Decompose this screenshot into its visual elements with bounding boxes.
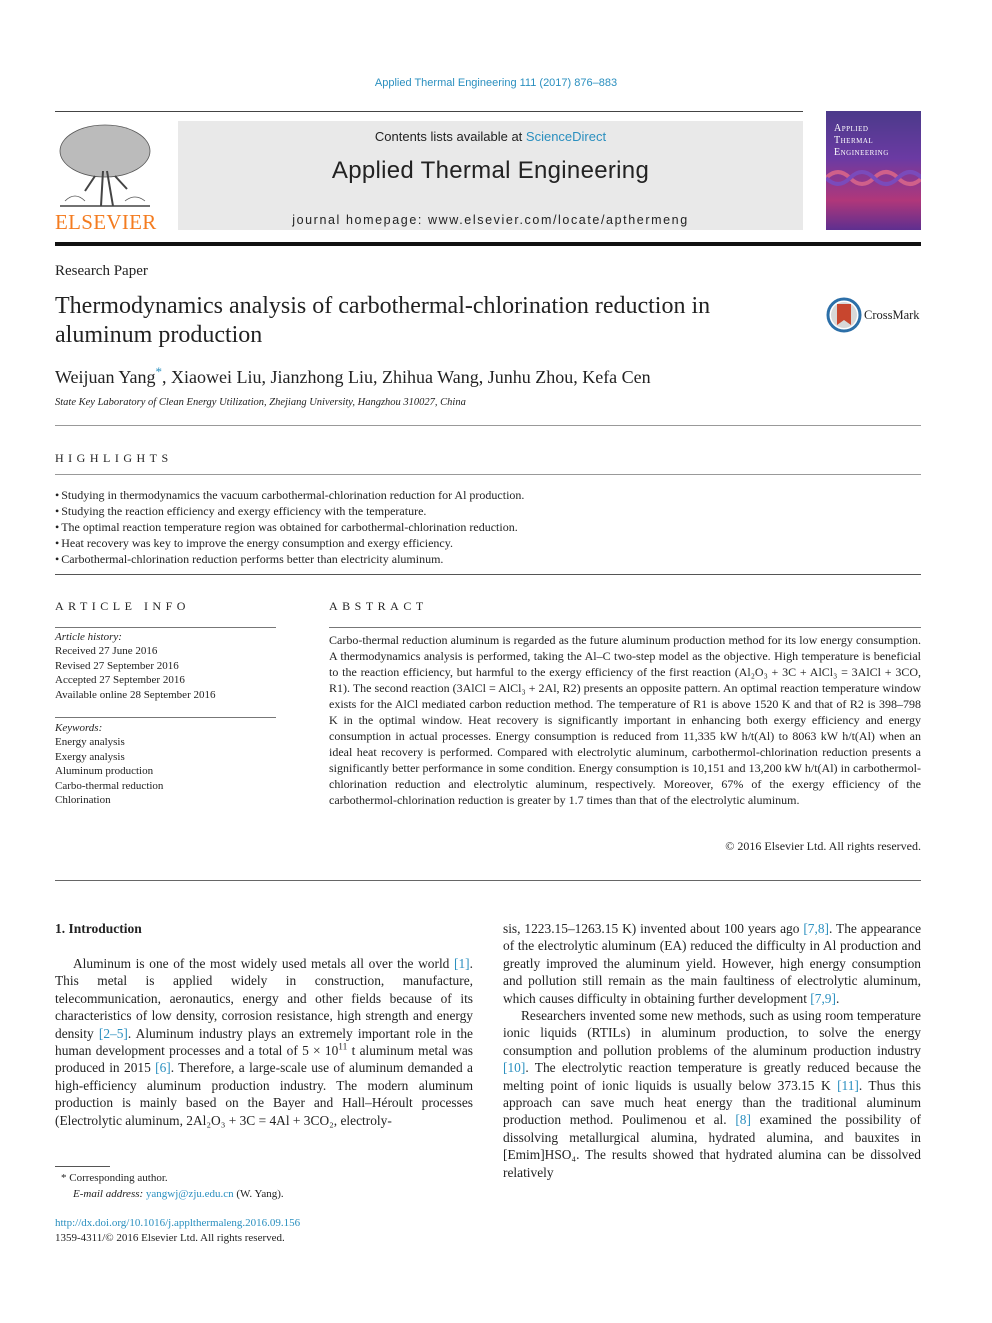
highlight-item: The optimal reaction temperature region … — [55, 519, 524, 535]
keyword-item: Aluminum production — [55, 765, 154, 778]
intro-right-column: sis, 1223.15–1263.15 K) invented about 1… — [503, 920, 921, 1181]
crossmark-icon — [826, 297, 862, 333]
journal-header: Contents lists available at ScienceDirec… — [178, 121, 803, 230]
divider — [55, 880, 921, 881]
keywords-label: Keywords: — [55, 722, 103, 734]
corresponding-note: * Corresponding author. — [55, 1170, 284, 1186]
cover-wave-icon — [826, 170, 921, 186]
author-list: Weijuan Yang*, Xiaowei Liu, Jianzhong Li… — [55, 364, 651, 388]
affiliation: State Key Laboratory of Clean Energy Uti… — [55, 397, 466, 408]
highlight-item: Carbothermal-chlorination reduction perf… — [55, 551, 524, 567]
doi-link[interactable]: http://dx.doi.org/10.1016/j.applthermale… — [55, 1217, 300, 1229]
reference-link[interactable]: [11] — [837, 1078, 859, 1093]
footnote: * Corresponding author. E-mail address: … — [55, 1170, 284, 1202]
highlights-heading: HIGHLIGHTS — [55, 451, 173, 465]
history-item: Revised 27 September 2016 — [55, 659, 179, 672]
abstract-part: ) presents an opposite pattern. An optim… — [329, 681, 921, 807]
email-label: E-mail address: — [73, 1188, 144, 1200]
cover-title-line: Engineering — [834, 147, 889, 158]
keywords: Keywords: Energy analysis Exergy analysi… — [55, 721, 163, 807]
paragraph: Researchers invented some new methods, s… — [503, 1007, 921, 1181]
reference-link[interactable]: [6] — [155, 1060, 171, 1075]
header-thick-rule — [55, 242, 921, 246]
reference-link[interactable]: [7,8] — [803, 921, 829, 936]
section-heading-introduction: 1. Introduction — [55, 921, 142, 936]
divider — [55, 627, 276, 628]
highlight-item: Heat recovery was key to improve the ene… — [55, 535, 524, 551]
divider — [55, 474, 921, 475]
divider — [55, 717, 276, 718]
email-note: E-mail address: yangwj@zju.edu.cn (W. Ya… — [55, 1186, 284, 1202]
sciencedirect-link[interactable]: ScienceDirect — [526, 129, 606, 144]
keyword-item: Exergy analysis — [55, 750, 125, 763]
abstract-part: ). The second reaction ( — [343, 681, 457, 695]
divider — [55, 425, 921, 426]
crossmark-label: CrossMark — [864, 308, 920, 322]
abstract-text: Carbo-thermal reduction aluminum is rega… — [329, 632, 921, 808]
highlight-item: Studying the reaction efficiency and exe… — [55, 503, 524, 519]
intro-left-column: Aluminum is one of the most widely used … — [55, 955, 473, 1129]
keyword-item: Energy analysis — [55, 736, 125, 749]
abstract-copyright: © 2016 Elsevier Ltd. All rights reserved… — [725, 839, 921, 853]
email-link[interactable]: yangwj@zju.edu.cn — [146, 1188, 234, 1200]
reference-link[interactable]: [1] — [454, 956, 470, 971]
cover-title: Applied Thermal Engineering — [834, 123, 889, 159]
cover-title-line: Thermal — [834, 135, 874, 146]
history-item: Accepted 27 September 2016 — [55, 674, 185, 687]
text: Researchers invented some new methods, s… — [503, 1008, 921, 1058]
paragraph: sis, 1223.15–1263.15 K) invented about 1… — [503, 920, 921, 1007]
footnote-rule — [55, 1166, 110, 1167]
author-others: , Xiaowei Liu, Jianzhong Liu, Zhihua Wan… — [162, 367, 651, 387]
article-type: Research Paper — [55, 263, 148, 279]
divider — [329, 627, 921, 628]
issn-line: 1359-4311/© 2016 Elsevier Ltd. All right… — [55, 1232, 285, 1244]
article-info-heading: ARTICLE INFO — [55, 599, 190, 613]
journal-citation[interactable]: Applied Thermal Engineering 111 (2017) 8… — [0, 77, 992, 89]
exponent: 11 — [338, 1042, 348, 1053]
header-rule — [55, 111, 803, 112]
text: sis, 1223.15–1263.15 K) invented about 1… — [503, 921, 804, 936]
reference-link[interactable]: [7,9] — [810, 991, 836, 1006]
contents-line: Contents lists available at ScienceDirec… — [178, 129, 803, 144]
author-first[interactable]: Weijuan Yang — [55, 367, 156, 387]
journal-cover-image[interactable]: Applied Thermal Engineering — [826, 111, 921, 230]
text: Aluminum is one of the most widely used … — [73, 956, 455, 971]
contents-text: Contents lists available at — [374, 129, 526, 144]
email-suffix: (W. Yang). — [233, 1188, 284, 1200]
reference-link[interactable]: [2–5] — [99, 1026, 128, 1041]
cover-title-line: Applied — [834, 123, 869, 134]
divider — [55, 574, 921, 575]
abstract-heading: ABSTRACT — [329, 599, 428, 613]
footnote-text: Corresponding author. — [69, 1172, 168, 1184]
highlight-item: Studying in thermodynamics the vacuum ca… — [55, 487, 524, 503]
journal-homepage[interactable]: journal homepage: www.elsevier.com/locat… — [178, 213, 803, 227]
keyword-item: Carbo-thermal reduction — [55, 779, 164, 792]
reaction-r2: 3AlCl = AlCl₃ + 2Al, R2 — [456, 681, 577, 695]
reference-link[interactable]: [8] — [735, 1112, 751, 1127]
footnote-star: * — [61, 1172, 67, 1184]
journal-name: Applied Thermal Engineering — [331, 157, 650, 184]
reference-link[interactable]: [10] — [503, 1060, 525, 1075]
article-history: Article history: Received 27 June 2016 R… — [55, 630, 215, 702]
history-item: Available online 28 September 2016 — [55, 688, 216, 701]
elsevier-wordmark: ELSEVIER — [55, 210, 157, 234]
keyword-item: Chlorination — [55, 794, 111, 807]
article-title: Thermodynamics analysis of carbothermal-… — [55, 293, 711, 348]
history-item: Received 27 June 2016 — [55, 645, 158, 658]
history-label: Article history: — [55, 631, 122, 643]
highlights-list: Studying in thermodynamics the vacuum ca… — [55, 487, 524, 567]
text: . — [835, 990, 840, 1006]
crossmark-button[interactable]: CrossMark — [826, 297, 926, 333]
doi-block: http://dx.doi.org/10.1016/j.applthermale… — [55, 1216, 300, 1246]
